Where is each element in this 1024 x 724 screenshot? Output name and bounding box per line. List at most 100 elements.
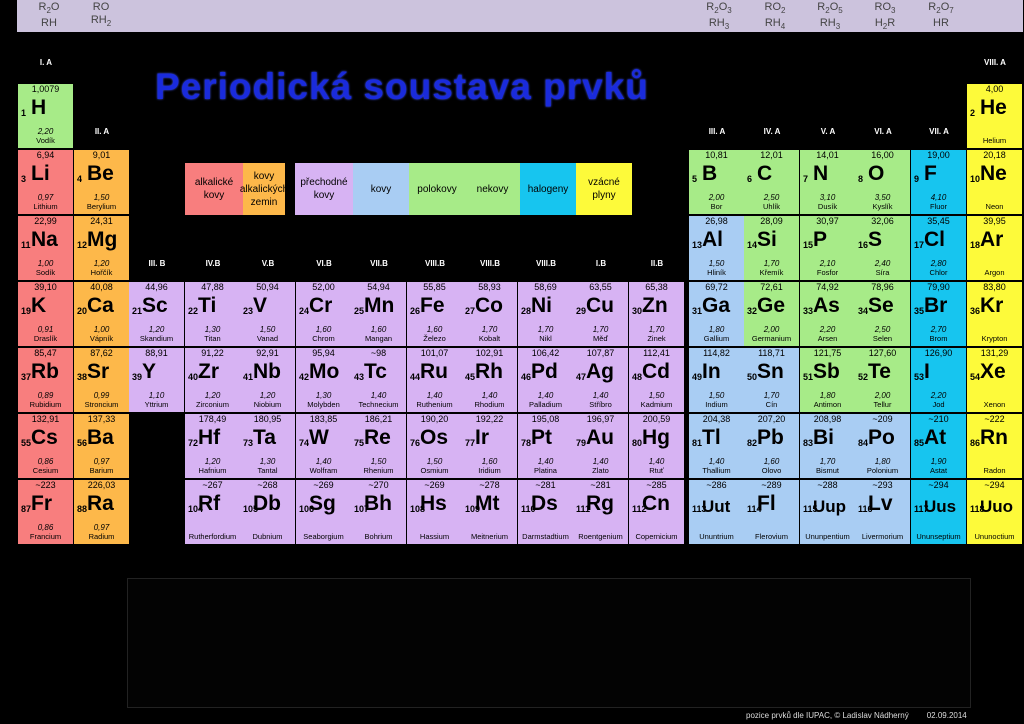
atomic-mass: 55,85 <box>423 282 446 292</box>
atomic-mass: 127,60 <box>868 348 897 358</box>
atomic-number: 7 <box>803 174 809 184</box>
element-symbol: Zn <box>642 294 668 317</box>
atomic-mass: 39,95 <box>983 216 1006 226</box>
element-symbol: Al <box>702 228 723 251</box>
element-symbol: S <box>868 228 883 251</box>
element-cell: 192,22 Ir 77 1,60 Iridium <box>462 414 517 478</box>
element-cell: 137,33 Ba 56 0,97 Barium <box>74 414 129 478</box>
atomic-number: 42 <box>299 372 310 382</box>
element-cell: 28,09 Si 14 1,70 Křemík <box>744 216 799 280</box>
atomic-number: 73 <box>243 438 254 448</box>
element-cell: 40,08 Ca 20 1,00 Vápník <box>74 282 129 346</box>
atomic-number: 25 <box>354 306 365 316</box>
element-cell: 14,01 N 7 3,10 Dusík <box>800 150 855 214</box>
element-name: Chlor <box>929 268 948 277</box>
atomic-mass: 192,22 <box>475 414 504 424</box>
atomic-number: 118 <box>970 504 985 514</box>
element-symbol: Pt <box>531 426 552 449</box>
element-cell: ~278 Mt 109 Meitnerium <box>462 480 517 544</box>
atomic-mass: 63,55 <box>589 282 612 292</box>
element-cell: 126,90 I 53 2,20 Jod <box>911 348 966 412</box>
element-name: Berylium <box>86 202 117 211</box>
atomic-number: 38 <box>77 372 88 382</box>
atomic-mass: 121,75 <box>813 348 842 358</box>
atomic-number: 17 <box>914 240 925 250</box>
element-symbol: Sc <box>142 294 168 317</box>
element-cell: 79,90 Br 35 2,70 Brom <box>911 282 966 346</box>
element-symbol: Re <box>364 426 391 449</box>
element-cell: 78,96 Se 34 2,50 Selen <box>855 282 910 346</box>
element-cell: 4,00 He 2 Helium <box>967 84 1022 148</box>
atomic-mass: 190,20 <box>420 414 449 424</box>
atomic-mass: 118,71 <box>758 348 785 358</box>
atomic-mass: ~278 <box>479 480 500 490</box>
element-name: Olovo <box>761 466 782 475</box>
element-name: Ununpentium <box>805 532 850 541</box>
atomic-number: 108 <box>410 504 426 514</box>
element-symbol: V <box>253 294 268 317</box>
page-title: Periodická soustava prvků <box>155 66 649 107</box>
element-name: Indium <box>705 400 728 409</box>
element-cell: 83,80 Kr 36 Krypton <box>967 282 1022 346</box>
element-name: Zinek <box>647 334 666 343</box>
atomic-number: 48 <box>632 372 643 382</box>
element-cell: 44,96 Sc 21 1,20 Skandium <box>129 282 184 346</box>
element-symbol: B <box>702 162 718 185</box>
element-name: Hliník <box>707 268 726 277</box>
atomic-mass: ~98 <box>370 348 387 358</box>
footer: pozice prvků dle IUPAC, © Ladislav Nádhe… <box>746 711 967 720</box>
legend-item: kovy alkalických zemin <box>240 163 288 215</box>
atomic-mass: 85,47 <box>34 348 57 358</box>
atomic-number: 56 <box>77 438 88 448</box>
atomic-number: 85 <box>914 438 925 448</box>
element-symbol: As <box>813 294 840 317</box>
element-name: Uhlík <box>762 202 781 211</box>
element-cell: 183,85 W 74 1,40 Wolfram <box>296 414 351 478</box>
atomic-number: 88 <box>77 504 88 514</box>
element-name: Meitnerium <box>470 532 509 541</box>
atomic-mass: 50,94 <box>256 282 279 292</box>
atomic-mass: ~293 <box>872 480 893 490</box>
atomic-mass: 20,18 <box>983 150 1006 160</box>
atomic-mass: 58,93 <box>478 282 501 292</box>
legend-item: halogeny <box>520 163 576 215</box>
atomic-mass: 183,85 <box>309 414 338 424</box>
element-symbol: Y <box>142 360 157 383</box>
legend-item: polokovy <box>409 163 465 215</box>
element-cell: 12,01 C 6 2,50 Uhlík <box>744 150 799 214</box>
atomic-mass: ~288 <box>817 480 838 490</box>
element-cell: ~267 Rf 104 Rutherfordium <box>185 480 240 544</box>
element-cell: 19,00 F 9 4,10 Fluor <box>911 150 966 214</box>
element-name: Železo <box>423 334 446 343</box>
element-cell: 20,18 Ne 10 Neon <box>967 150 1022 214</box>
element-name: Bohrium <box>364 532 393 541</box>
element-symbol: I <box>924 360 930 383</box>
atomic-number: 86 <box>970 438 981 448</box>
element-symbol: Xe <box>980 360 1006 383</box>
element-symbol: F <box>924 162 937 185</box>
atomic-mass: 65,38 <box>645 282 668 292</box>
atomic-mass: 24,31 <box>90 216 113 226</box>
element-symbol: Sn <box>757 360 784 383</box>
element-name: Hořčík <box>90 268 113 277</box>
element-symbol: Ir <box>475 426 490 449</box>
atomic-number: 14 <box>747 240 758 250</box>
element-cell: 74,92 As 33 2,20 Arsen <box>800 282 855 346</box>
element-name: Rtuť <box>649 466 664 475</box>
atomic-mass: 69,72 <box>705 282 728 292</box>
element-name: Tantal <box>257 466 278 475</box>
element-name: Kyslík <box>872 202 893 211</box>
element-symbol: He <box>980 96 1007 119</box>
atomic-mass: ~223 <box>35 480 56 490</box>
atomic-number: 104 <box>188 504 204 514</box>
element-name: Copernicium <box>635 532 678 541</box>
element-name: Fosfor <box>816 268 839 277</box>
atomic-number: 11 <box>21 240 31 250</box>
atomic-mass: 52,00 <box>312 282 335 292</box>
element-name: Vanad <box>256 334 279 343</box>
element-symbol: Ru <box>420 360 448 383</box>
element-symbol: Cd <box>642 360 670 383</box>
element-symbol: Sb <box>813 360 840 383</box>
group-label: VIII.B <box>535 259 556 268</box>
atomic-mass: 180,95 <box>253 414 282 424</box>
